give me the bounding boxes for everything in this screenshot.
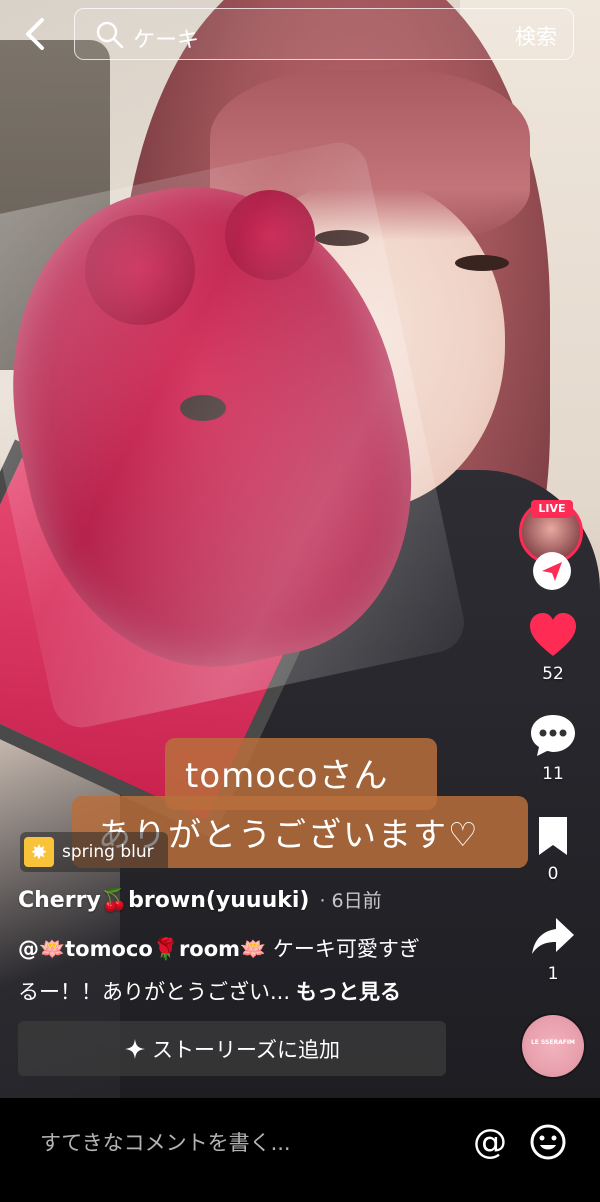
add-to-stories-label: ストーリーズに追加	[152, 1037, 340, 1062]
like-button[interactable]: 52	[525, 612, 581, 684]
caption-text: ケーキ可愛すぎ	[266, 937, 420, 961]
like-count: 52	[542, 664, 564, 684]
caption-mention[interactable]: @🪷tomoco🌹room🪷	[18, 937, 266, 961]
comment-icon	[531, 715, 575, 756]
chevron-left-icon	[26, 18, 44, 50]
search-icon	[96, 21, 124, 49]
see-more-link[interactable]: もっと見る	[296, 980, 401, 1004]
caption-line-2: るー！！ありがとうござい... もっと見る	[18, 976, 401, 1006]
save-count: 0	[547, 864, 559, 884]
emoji-icon[interactable]	[528, 1122, 568, 1162]
follow-button[interactable]	[533, 552, 571, 590]
send-icon	[542, 562, 562, 581]
comment-count: 11	[542, 764, 564, 784]
comment-input[interactable]: すてきなコメントを書く...	[40, 1127, 291, 1157]
save-button[interactable]: 0	[525, 814, 581, 884]
heart-icon	[530, 613, 576, 656]
sparkle-icon	[125, 1038, 146, 1059]
mention-at-icon[interactable]: @	[470, 1122, 510, 1162]
fireworks-icon: ✸	[24, 837, 54, 867]
caption-line-1: @🪷tomoco🌹room🪷 ケーキ可愛すぎ	[18, 933, 420, 963]
share-button[interactable]: 1	[525, 914, 581, 984]
effect-label: spring blur	[62, 842, 154, 862]
search-button[interactable]: 検索	[515, 21, 557, 51]
caption-text-continued: るー！！ありがとうござい...	[18, 980, 291, 1004]
search-bar[interactable]: ケーキ 検索	[74, 8, 574, 60]
comment-button[interactable]: 11	[525, 712, 581, 784]
person-eye-right	[455, 255, 509, 271]
effect-tag[interactable]: ✸ spring blur	[20, 832, 168, 872]
author-row: Cherry🍒brown(yuuuki) · 6日前	[18, 886, 382, 913]
post-time: · 6日前	[319, 890, 382, 912]
add-to-stories-button[interactable]: ストーリーズに追加	[18, 1021, 446, 1076]
music-disc[interactable]: LE SSERAFIM	[522, 1015, 584, 1077]
share-arrow-icon	[532, 918, 574, 954]
smiley-face-icon	[530, 1124, 566, 1160]
share-count: 1	[547, 964, 559, 984]
back-button[interactable]	[18, 14, 54, 54]
music-disc-label: LE SSERAFIM	[530, 1039, 576, 1046]
live-badge: LIVE	[531, 500, 573, 518]
bookmark-icon	[539, 817, 567, 855]
search-query[interactable]: ケーキ	[133, 22, 199, 54]
author-name[interactable]: Cherry🍒brown(yuuuki)	[18, 888, 309, 913]
sticker-line-1: tomocoさん	[185, 756, 389, 796]
